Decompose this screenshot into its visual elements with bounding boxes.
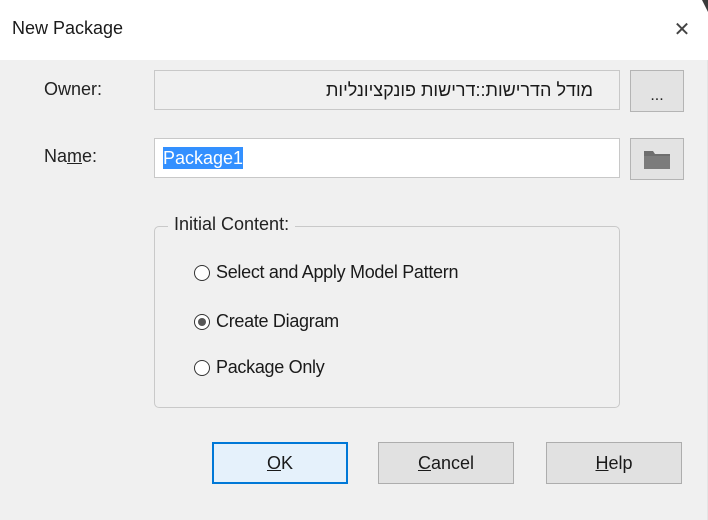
name-input-selected-text: Package1 bbox=[163, 147, 244, 169]
owner-browse-button[interactable]: ... bbox=[630, 70, 684, 112]
initial-content-label: Initial Content: bbox=[168, 214, 296, 235]
help-label-rest: elp bbox=[608, 452, 633, 473]
dialog-title: New Package bbox=[12, 18, 124, 38]
radio-label: Package Only bbox=[216, 357, 325, 377]
name-label-mnemonic: m bbox=[67, 146, 83, 166]
name-browse-button[interactable] bbox=[630, 138, 684, 180]
ok-mnemonic: O bbox=[266, 452, 281, 473]
cancel-mnemonic: C bbox=[417, 452, 431, 473]
window-corner-shadow bbox=[702, 0, 708, 12]
cancel-button[interactable]: Cancel bbox=[378, 442, 514, 484]
ellipsis-label: ... bbox=[650, 87, 664, 104]
close-icon: ✕ bbox=[673, 18, 691, 41]
new-package-dialog: New Package ✕ Owner: מודל הדרישות::דרישו… bbox=[0, 0, 708, 520]
name-label: Name: bbox=[44, 146, 97, 167]
radio-create-diagram[interactable]: Create Diagram bbox=[194, 311, 339, 332]
radio-button[interactable] bbox=[194, 264, 210, 281]
cancel-label-rest: ancel bbox=[430, 452, 475, 473]
radio-button[interactable] bbox=[194, 359, 210, 376]
ok-label-rest: K bbox=[281, 452, 294, 473]
title-bar: New Package ✕ bbox=[0, 0, 708, 60]
radio-label: Select and Apply Model Pattern bbox=[216, 262, 459, 282]
help-mnemonic: H bbox=[595, 452, 609, 473]
radio-select-and-apply-model-pattern[interactable]: Select and Apply Model Pattern bbox=[194, 262, 458, 283]
radio-package-only[interactable]: Package Only bbox=[194, 357, 325, 378]
name-label-suffix: e: bbox=[82, 146, 98, 166]
ok-button[interactable]: OK bbox=[212, 442, 348, 484]
radio-button-checked[interactable] bbox=[194, 313, 210, 330]
folder-icon bbox=[644, 151, 670, 169]
radio-label: Create Diagram bbox=[216, 311, 339, 331]
help-button[interactable]: Help bbox=[546, 442, 682, 484]
owner-field: מודל הדרישות::דרישות פונקציונליות bbox=[154, 70, 620, 110]
owner-label: Owner: bbox=[44, 79, 103, 99]
name-label-prefix: Na bbox=[44, 146, 68, 166]
name-input[interactable]: Package1 bbox=[154, 138, 620, 178]
close-button[interactable]: ✕ bbox=[664, 12, 700, 46]
